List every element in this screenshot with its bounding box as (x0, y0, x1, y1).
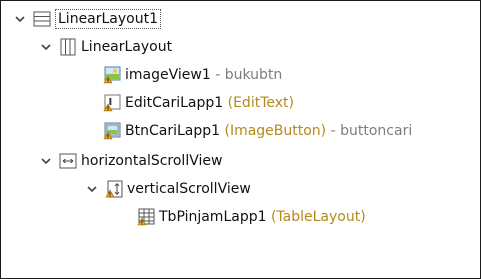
tree-item-label: imageView1 (125, 67, 211, 83)
tree-row-tbpinjamlapp1[interactable]: TbPinjamLapp1 (TableLayout) (137, 203, 366, 231)
tree-item-label: LinearLayout (81, 39, 173, 55)
tree-item-separator: - (326, 123, 341, 139)
tree-row-imageview1[interactable]: imageView1 - bukubtn (103, 61, 282, 89)
image-button-warning-icon (103, 122, 121, 140)
tree-item-value: bukubtn (224, 67, 283, 83)
outline-tree-panel: LinearLayout1 LinearLayout imageView1 - … (0, 0, 481, 279)
image-view-warning-icon (103, 66, 121, 84)
tree-item-label: TbPinjamLapp1 (159, 209, 267, 225)
horizontal-scroll-view-icon (59, 152, 77, 170)
tree-item-separator: - (210, 67, 225, 83)
chevron-down-icon[interactable] (39, 40, 53, 54)
table-layout-warning-icon (137, 208, 155, 226)
tree-row-horizontalscrollview[interactable]: horizontalScrollView (39, 147, 222, 175)
edit-text-warning-icon: I (103, 94, 121, 112)
tree-item-type: (TableLayout) (266, 209, 366, 225)
tree-item-label: LinearLayout1 (55, 9, 162, 29)
tree-item-type: (ImageButton) (220, 123, 327, 139)
vertical-linear-layout-icon (33, 10, 51, 28)
tree-item-label: horizontalScrollView (81, 153, 223, 169)
tree-row-linearlayout[interactable]: LinearLayout (39, 33, 172, 61)
tree-row-verticalscrollview[interactable]: verticalScrollView (85, 175, 251, 203)
vertical-scroll-view-warning-icon (105, 180, 123, 198)
chevron-down-icon[interactable] (85, 182, 99, 196)
chevron-down-icon[interactable] (13, 12, 27, 26)
chevron-down-icon[interactable] (39, 154, 53, 168)
tree-item-label: verticalScrollView (127, 181, 251, 197)
tree-item-label: BtnCariLapp1 (125, 123, 221, 139)
tree-item-value: buttoncari (340, 123, 413, 139)
tree-row-linearlayout1[interactable]: LinearLayout1 (13, 5, 162, 33)
horizontal-linear-layout-icon (59, 38, 77, 56)
tree-row-btncarilapp1[interactable]: BtnCariLapp1 (ImageButton) - buttoncari (103, 117, 412, 145)
tree-row-editcarilapp1[interactable]: I EditCariLapp1 (EditText) (103, 89, 294, 117)
tree-item-type: (EditText) (223, 95, 294, 111)
tree-item-label: EditCariLapp1 (125, 95, 224, 111)
